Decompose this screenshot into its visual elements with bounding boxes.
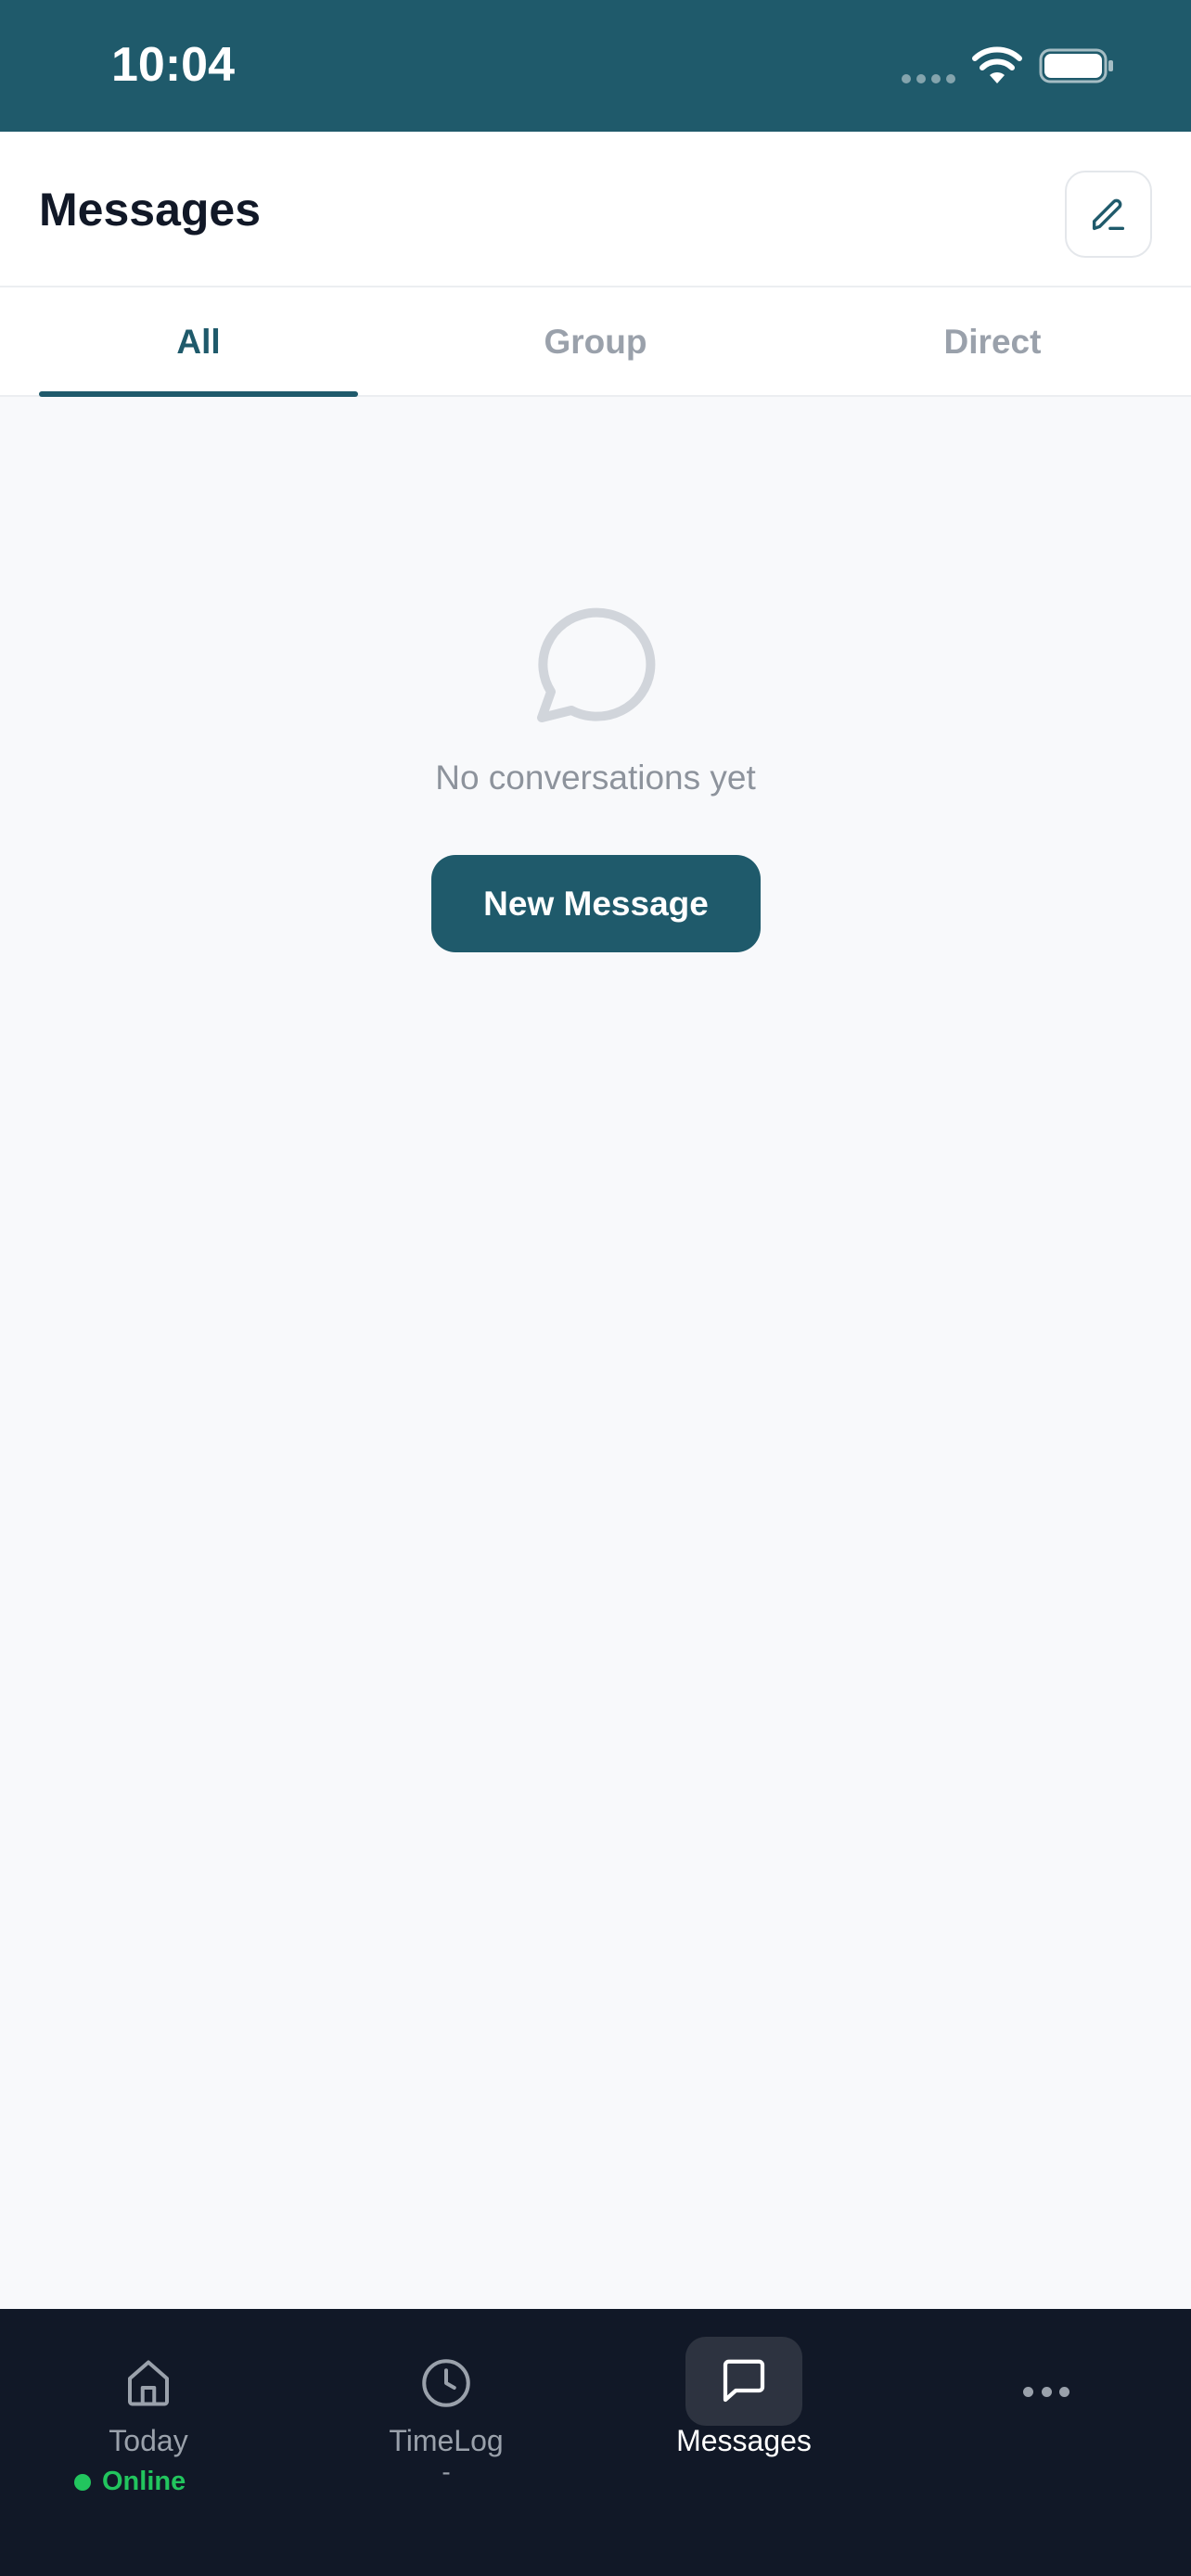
tab-group[interactable]: Group <box>436 287 755 397</box>
nav-item-messages[interactable]: Messages <box>596 2309 892 2576</box>
nav-item-timelog[interactable]: TimeLog - <box>298 2309 595 2576</box>
messages-screen: 10:04 Messages All Group Direct No conve… <box>0 0 1191 2576</box>
bottom-nav: Today Online TimeLog - Messages <box>0 2309 1191 2576</box>
signal-icon <box>902 74 957 85</box>
page-title: Messages <box>39 184 262 236</box>
tab-bar: All Group Direct <box>0 287 1191 397</box>
online-dot <box>74 2473 91 2491</box>
nav-item-more[interactable] <box>893 2309 1190 2576</box>
clock-icon <box>422 2359 470 2407</box>
nav-item-today[interactable]: Today Online <box>0 2309 297 2576</box>
status-time: 10:04 <box>111 38 235 92</box>
nav-label-messages: Messages <box>676 2424 812 2457</box>
home-icon <box>128 2360 169 2406</box>
wifi-icon <box>972 46 1022 83</box>
battery-icon <box>1039 48 1113 83</box>
empty-state-text: No conversations yet <box>435 759 756 797</box>
online-status: Online <box>74 2467 186 2497</box>
tab-direct[interactable]: Direct <box>833 287 1152 397</box>
online-status-label: Online <box>102 2467 186 2496</box>
tab-all[interactable]: All <box>39 287 358 397</box>
nav-sub-timelog: - <box>442 2457 451 2486</box>
compose-button[interactable] <box>1065 171 1152 258</box>
message-square-icon <box>723 2359 765 2403</box>
nav-label-today: Today <box>109 2424 188 2457</box>
status-bar: 10:04 <box>0 0 1191 132</box>
chat-bubble-icon <box>537 607 656 722</box>
active-tab-indicator <box>39 391 358 397</box>
header: Messages <box>0 132 1191 287</box>
new-message-button[interactable]: New Message <box>431 855 761 952</box>
nav-label-timelog: TimeLog <box>389 2424 504 2457</box>
pencil-icon <box>1092 198 1125 231</box>
more-icon <box>1023 2387 1069 2400</box>
